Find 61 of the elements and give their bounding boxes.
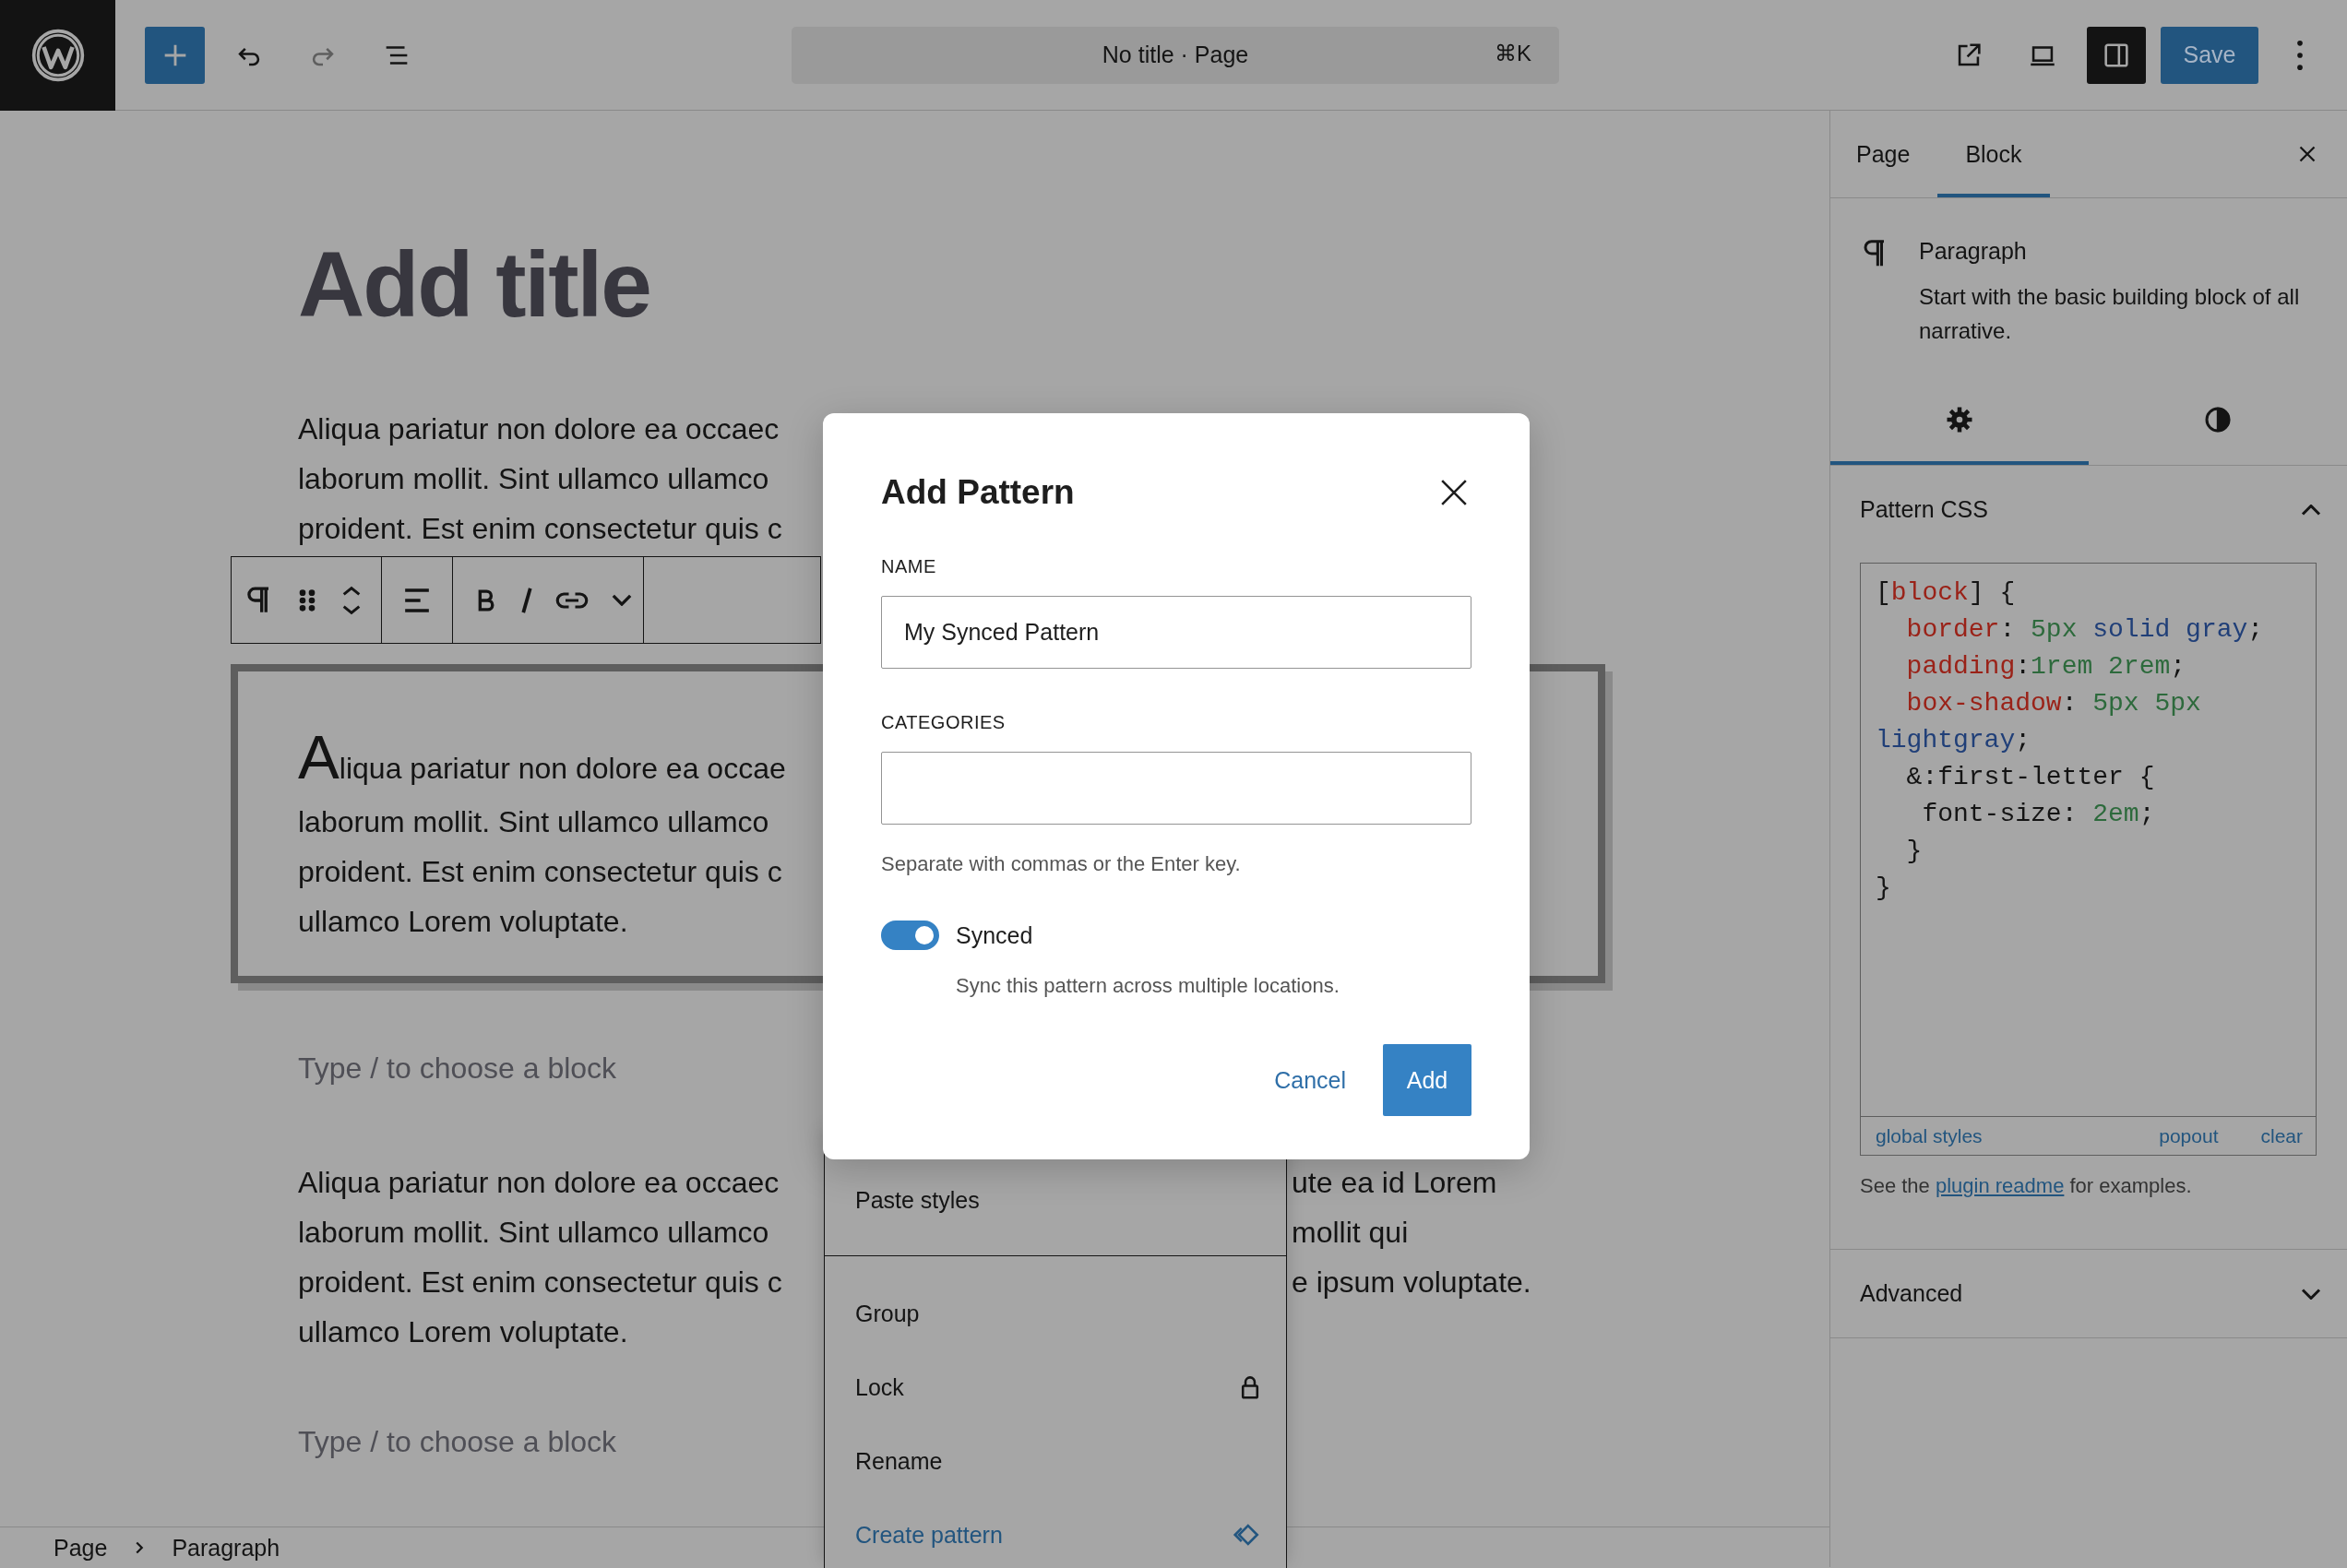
help-text: See the plugin readme for examples. xyxy=(1860,1174,2193,1198)
breadcrumb-item[interactable]: Paragraph xyxy=(172,1534,280,1562)
paragraph-line: Aliqua pariatur non dolore ea occae xyxy=(298,725,786,793)
block-title: Paragraph xyxy=(1919,237,2028,266)
italic-button[interactable] xyxy=(521,586,532,614)
cancel-button[interactable]: Cancel xyxy=(1259,1044,1361,1116)
logo-tile[interactable] xyxy=(0,0,115,111)
settings-toggle[interactable] xyxy=(2087,26,2146,84)
more-icon xyxy=(2297,40,2303,70)
help-text: Separate with commas or the Enter key. xyxy=(881,852,1241,876)
chevron-down-icon xyxy=(2301,1288,2321,1300)
field-label: CATEGORIES xyxy=(881,711,1006,733)
save-button[interactable]: Save xyxy=(2161,26,2258,84)
code-line: [block] { xyxy=(1876,577,2016,609)
chevron-up-icon xyxy=(2301,504,2321,516)
menu-item[interactable]: Group xyxy=(825,1277,1286,1350)
code-line: box-shadow: 5px 5px xyxy=(1905,688,2201,719)
add-button[interactable]: Add xyxy=(1383,1044,1471,1116)
paragraph-line: laborum mollit. Sint ullamco ullamco xyxy=(298,1215,769,1251)
sidebar-tab[interactable]: Page xyxy=(1830,111,1938,197)
paragraph-line: proident. Est enim consectetur quis c xyxy=(298,854,782,890)
code-line: } xyxy=(1905,836,1923,867)
paragraph-line: proident. Est enim consectetur quis c xyxy=(298,511,782,547)
menu-item[interactable]: Rename xyxy=(825,1424,1286,1498)
input-field[interactable] xyxy=(881,752,1471,825)
code-line: font-size: 2em; xyxy=(1921,799,2155,830)
block-description: Start with the basic building block of all narrative. xyxy=(1919,283,2301,345)
paragraph-line: ullamco Lorem voluptate. xyxy=(298,1314,628,1350)
sidebar-tab[interactable]: Block xyxy=(1937,111,2050,197)
panel-header[interactable]: Advanced xyxy=(1830,1250,2347,1337)
code-line: &:first-letter { xyxy=(1905,762,2155,793)
shortcut-hint: ⌘K xyxy=(1495,40,1531,66)
menu-item[interactable]: Lock xyxy=(825,1350,1286,1424)
command-bar[interactable]: No title · Page ⌘K xyxy=(792,26,1559,84)
code-line: } xyxy=(1876,873,1891,904)
document-title: No title · Page xyxy=(1102,42,1249,68)
breadcrumb-item[interactable]: Page xyxy=(54,1534,108,1562)
title-placeholder[interactable]: Add title xyxy=(298,229,650,339)
paragraph-line: Aliqua pariatur non dolore ea occaec xyxy=(298,411,780,447)
panel-header[interactable]: Pattern CSS xyxy=(1830,466,2347,553)
code-line: padding:1rem 2rem; xyxy=(1905,651,2186,683)
add-block-button[interactable] xyxy=(145,26,205,84)
code-line: border: 5px solid gray; xyxy=(1905,614,2264,646)
chevron-down-icon xyxy=(612,594,632,606)
paragraph-line: proident. Est enim consectetur quis c xyxy=(298,1265,782,1301)
paragraph-line: ullamco Lorem voluptate. xyxy=(298,904,628,940)
paragraph-line: laborum mollit. Sint ullamco ullamco xyxy=(298,804,769,840)
paragraph-line: Aliqua pariatur non dolore ea occaec xyxy=(298,1165,780,1201)
input-field[interactable]: My Synced Pattern xyxy=(881,596,1471,669)
paragraph-line: mollit qui xyxy=(1292,1215,1409,1251)
paragraph-line: laborum mollit. Sint ullamco ullamco xyxy=(298,461,769,497)
paragraph-line: e ipsum voluptate. xyxy=(1292,1265,1531,1301)
menu-item[interactable]: Paste styles xyxy=(825,1163,1286,1237)
italic-icon xyxy=(521,586,532,614)
toggle-label: Synced xyxy=(956,921,1033,949)
code-line: lightgray; xyxy=(1876,725,2031,756)
paragraph-line: ute ea id Lorem xyxy=(1292,1165,1497,1201)
toggle-switch[interactable] xyxy=(881,921,939,950)
chevron-down-button[interactable] xyxy=(612,594,632,606)
field-label: NAME xyxy=(881,555,936,577)
dialog-title: Add Pattern xyxy=(881,473,1075,512)
